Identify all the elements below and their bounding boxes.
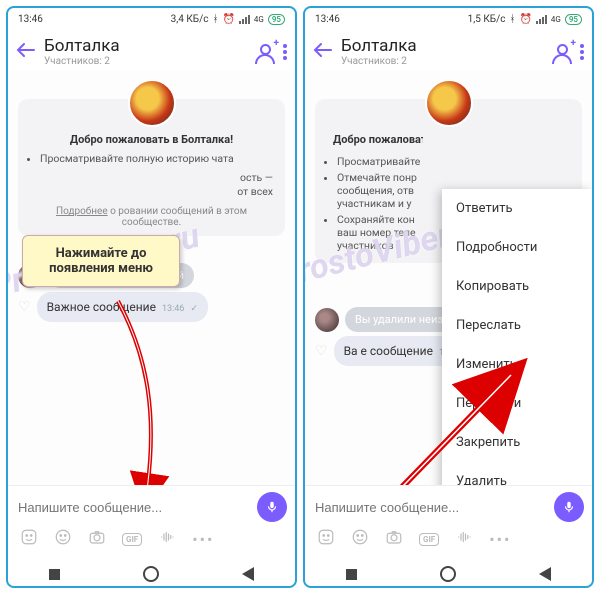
- net-speed: 3,4 КБ/с: [171, 14, 209, 25]
- avatar: [315, 308, 339, 332]
- chat-title: Болталка: [341, 36, 546, 56]
- clock: 13:46: [18, 14, 43, 25]
- like-icon[interactable]: ♡: [315, 343, 328, 359]
- emoji-icon[interactable]: [54, 528, 72, 550]
- battery-icon: 95: [268, 14, 285, 25]
- battery-icon: 95: [565, 14, 582, 25]
- ctx-pin[interactable]: Закрепить: [442, 423, 592, 462]
- callout-arrow: [88, 297, 198, 485]
- chat-title-block[interactable]: Болталка Участников: 2: [341, 36, 546, 67]
- screenshot-left: 13:46 3,4 КБ/с ᚼ ⏰ 4G 95 Болталка Участн…: [6, 6, 297, 588]
- message-input[interactable]: [16, 499, 249, 516]
- status-bar: 13:46 1,5 КБ/с ᚼ ⏰ 4G 95: [305, 8, 592, 30]
- welcome-bullet: Просматривайте полную историю чата: [40, 152, 273, 165]
- net-speed: 1,5 КБ/с: [468, 14, 506, 25]
- more-menu-icon[interactable]: [580, 44, 584, 60]
- alarm-icon: ⏰: [519, 14, 531, 25]
- chat-header: Болталка Участников: 2 +: [8, 30, 295, 71]
- camera-icon[interactable]: [385, 528, 403, 550]
- chat-subtitle: Участников: 2: [44, 56, 249, 67]
- welcome-title: Добро пожаловать в Болталка!: [333, 133, 570, 149]
- recent-apps-button[interactable]: [346, 569, 357, 580]
- bluetooth-icon: ᚼ: [509, 14, 515, 25]
- camera-icon[interactable]: [88, 528, 106, 550]
- alarm-icon: ⏰: [222, 14, 234, 25]
- home-button[interactable]: [440, 566, 456, 582]
- add-participant-icon[interactable]: +: [257, 44, 273, 60]
- screenshot-right: 13:46 1,5 КБ/с ᚼ ⏰ 4G 95 Болталка Участн…: [303, 6, 594, 588]
- chat-title-block[interactable]: Болталка Участников: 2: [44, 36, 249, 67]
- gif-icon[interactable]: GIF: [122, 533, 142, 546]
- chat-title: Болталка: [44, 36, 249, 56]
- community-avatar: [128, 79, 176, 127]
- message-input[interactable]: [313, 499, 546, 516]
- ctx-copy[interactable]: Копировать: [442, 267, 592, 306]
- signal-icon: [239, 15, 250, 24]
- message-row[interactable]: ♡ Важное сообщение 13:46 ✓: [18, 292, 285, 322]
- voice-button[interactable]: [257, 492, 287, 522]
- android-navbar: [8, 558, 295, 586]
- more-attachments-icon[interactable]: •••: [192, 530, 214, 549]
- composer: GIF •••: [305, 485, 592, 558]
- sticker-icon[interactable]: [317, 528, 335, 550]
- attachment-row: GIF •••: [313, 522, 584, 552]
- emoji-icon[interactable]: [351, 528, 369, 550]
- ctx-forward[interactable]: Переслать: [442, 306, 592, 345]
- ctx-delete[interactable]: Удалить: [442, 462, 592, 485]
- chat-body: Добро пожаловать в Болталка! Просматрива…: [305, 71, 592, 485]
- back-button[interactable]: [539, 567, 551, 581]
- android-navbar: [305, 558, 592, 586]
- message-text: Ва е сообщение: [344, 344, 433, 358]
- message-text: Важное сообщение: [47, 300, 156, 314]
- sticker-icon[interactable]: [20, 528, 38, 550]
- recent-apps-button[interactable]: [49, 569, 60, 580]
- context-menu: Ответить Подробности Копировать Переслат…: [442, 189, 592, 485]
- check-icon: ✓: [190, 304, 198, 314]
- welcome-title: Добро пожаловать в Болталка!: [30, 133, 273, 146]
- status-bar: 13:46 3,4 КБ/с ᚼ ⏰ 4G 95: [8, 8, 295, 30]
- add-participant-icon[interactable]: +: [554, 44, 570, 60]
- signal-label: 4G: [254, 15, 264, 24]
- welcome-bullet: Просматривайте: [337, 155, 570, 168]
- back-icon[interactable]: [16, 42, 36, 62]
- bluetooth-icon: ᚼ: [212, 14, 218, 25]
- more-attachments-icon[interactable]: •••: [489, 530, 511, 549]
- ctx-edit[interactable]: Изменить: [442, 345, 592, 384]
- composer: GIF •••: [8, 485, 295, 558]
- back-icon[interactable]: [313, 42, 333, 62]
- welcome-card: Добро пожаловать в Болталка! Просматрива…: [18, 99, 285, 236]
- back-button[interactable]: [242, 567, 254, 581]
- message-bubble[interactable]: Важное сообщение 13:46 ✓: [37, 292, 208, 322]
- chat-header: Болталка Участников: 2 +: [305, 30, 592, 71]
- message-time: 13:46: [162, 304, 184, 314]
- more-menu-icon[interactable]: [283, 44, 287, 60]
- ctx-details[interactable]: Подробности: [442, 228, 592, 267]
- home-button[interactable]: [143, 566, 159, 582]
- clock: 13:46: [315, 14, 340, 25]
- instruction-callout: Нажимайте до появления меню: [22, 235, 180, 287]
- audio-icon[interactable]: [158, 528, 176, 550]
- audio-icon[interactable]: [455, 528, 473, 550]
- ctx-reply[interactable]: Ответить: [442, 189, 592, 228]
- like-icon[interactable]: ♡: [18, 299, 31, 315]
- attachment-row: GIF •••: [16, 522, 287, 552]
- community-avatar: [425, 79, 473, 127]
- voice-button[interactable]: [554, 492, 584, 522]
- signal-label: 4G: [551, 15, 561, 24]
- ctx-translate[interactable]: Перевести: [442, 384, 592, 423]
- signal-icon: [536, 15, 547, 24]
- gif-icon[interactable]: GIF: [419, 533, 439, 546]
- chat-body: Добро пожаловать в Болталка! Просматрива…: [8, 71, 295, 485]
- chat-subtitle: Участников: 2: [341, 56, 546, 67]
- welcome-more[interactable]: Подробнее о ровании сообщений в этом соо…: [30, 206, 273, 228]
